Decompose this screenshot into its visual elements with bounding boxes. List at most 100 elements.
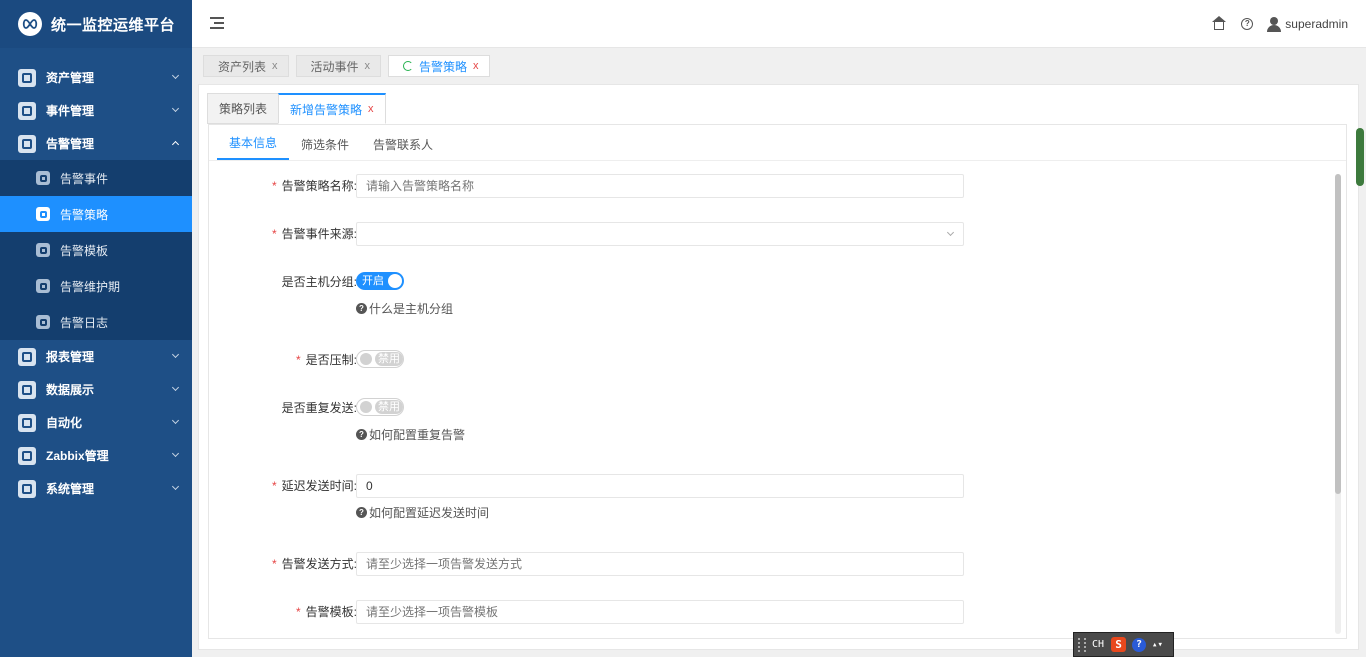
form-sub-tabs: 基本信息 筛选条件 告警联系人 [209,125,1346,161]
sidebar-item-reports[interactable]: 报表管理 [0,340,192,373]
send-method-input[interactable] [356,552,964,576]
page-tab-events[interactable]: 活动事件 x [295,55,382,77]
form-container: 基本信息 筛选条件 告警联系人 *告警策略名称: *告警事件来源: 是否主机分组… [208,124,1347,639]
sidebar-subitem-alarm-events[interactable]: 告警事件 [0,160,192,196]
chevron-down-icon [171,71,180,80]
tab-new-policy[interactable]: 新增告警策略 x [278,93,386,124]
header-actions: ? superadmin [1197,0,1348,48]
delay-help-link[interactable]: ? 如何配置延迟发送时间 [356,504,489,521]
delay-input[interactable]: 0 [356,474,964,498]
template-input[interactable] [356,600,964,624]
close-icon[interactable]: x [365,60,371,72]
chevron-down-icon [171,449,180,458]
close-icon[interactable]: x [272,60,278,72]
host-group-help-link[interactable]: ? 什么是主机分组 [356,300,453,317]
sidebar-subitem-label: 告警维护期 [60,279,121,294]
user-icon [1267,16,1282,32]
top-header: ? superadmin [192,0,1366,48]
form-scrollbar[interactable] [1335,174,1341,634]
event-source-select[interactable] [356,222,964,246]
question-icon: ? [356,429,367,440]
sidebar-item-label: 报表管理 [46,350,95,364]
tab-filter-conditions[interactable]: 筛选条件 [289,136,361,160]
chevron-down-icon [171,104,180,113]
page-tab-alarm-policy[interactable]: 告警策略 x [388,55,490,77]
sidebar-item-label: Zabbix管理 [46,449,109,463]
suppress-toggle[interactable]: 禁用 [356,350,404,368]
report-icon [18,347,36,366]
tab-alarm-contacts[interactable]: 告警联系人 [361,136,445,160]
sidebar-subitem-alarm-template[interactable]: 告警模板 [0,232,192,268]
sidebar-subitem-label: 告警模板 [60,243,109,258]
main-panel: 策略列表 新增告警策略 x 基本信息 筛选条件 告警联系人 *告警策略名称: *… [198,84,1359,650]
user-menu[interactable]: superadmin [1267,16,1348,32]
close-icon[interactable]: x [473,60,479,72]
tab-policy-list[interactable]: 策略列表 [207,93,280,124]
tab-label: 策略列表 [219,102,268,116]
sidebar-item-label: 告警管理 [46,137,95,151]
sidebar-item-automation[interactable]: 自动化 [0,406,192,439]
page-tab-label: 活动事件 [310,59,359,74]
chevron-down-icon [171,383,180,392]
field-label: * 告警策略名称: [271,179,357,193]
chevron-up-icon [171,140,180,149]
brand: 统一监控运维平台 [0,0,192,48]
ime-language[interactable]: CH [1092,639,1104,650]
sidebar-item-label: 系统管理 [46,482,95,496]
question-icon: ? [356,507,367,518]
field-label: 是否重复发送: [281,401,357,415]
chevron-down-icon [171,350,180,359]
settings-icon [18,479,36,498]
tab-basic-info[interactable]: 基本信息 [217,134,290,160]
log-calendar-icon [36,315,50,329]
app-title: 统一监控运维平台 [51,16,176,34]
page-tab-label: 告警策略 [419,59,468,74]
ime-menu-icon[interactable]: ▴▾ [1152,640,1163,650]
repeat-send-help-link[interactable]: ? 如何配置重复告警 [356,426,465,443]
sidebar-item-zabbix[interactable]: Zabbix管理 [0,439,192,472]
sidebar-subitem-maintenance[interactable]: 告警维护期 [0,268,192,304]
sidebar-subitem-label: 告警事件 [60,171,109,186]
ime-toolbar[interactable]: CH S ? ▴▾ [1073,632,1174,657]
alarm-icon [18,134,36,153]
page-tab-assets[interactable]: 资产列表 x [203,55,289,77]
monitor-icon [18,380,36,399]
ime-help-icon[interactable]: ? [1132,637,1147,652]
home-icon[interactable] [1212,16,1227,30]
refresh-icon[interactable] [403,61,414,71]
sidebar-subitem-alarm-policy[interactable]: 告警策略 [0,196,192,232]
zabbix-icon [18,446,36,465]
policy-icon [36,207,50,221]
field-label: * 告警发送方式: [271,557,357,571]
sidebar-item-label: 资产管理 [46,71,95,85]
field-label: * 是否压制: [295,353,357,367]
sogou-logo-icon[interactable]: S [1111,637,1127,652]
document-icon [36,171,50,185]
events-icon [18,101,36,120]
sidebar-item-alarms[interactable]: 告警管理 [0,127,192,160]
close-icon[interactable]: x [368,103,374,115]
sidebar-item-label: 事件管理 [46,104,95,118]
sidebar-item-assets[interactable]: 资产管理 [0,61,192,94]
help-icon[interactable]: ? [1241,18,1254,30]
drag-handle-icon[interactable] [1078,637,1086,652]
host-group-toggle[interactable]: 开启 [356,272,404,290]
sidebar-subitem-alarm-log[interactable]: 告警日志 [0,304,192,340]
sidebar-item-data-display[interactable]: 数据展示 [0,373,192,406]
chevron-down-icon [171,482,180,491]
sidebar-subitem-label: 告警策略 [60,207,109,222]
sidebar-item-events[interactable]: 事件管理 [0,94,192,127]
sidebar-item-label: 自动化 [46,416,83,430]
field-label: * 告警事件来源: [271,227,357,241]
sidebar-item-label: 数据展示 [46,383,95,397]
username: superadmin [1285,17,1348,31]
page-scrollbar[interactable] [1356,128,1364,186]
repeat-send-toggle[interactable]: 禁用 [356,398,404,416]
collapse-menu-icon[interactable] [210,17,224,29]
policy-name-input[interactable] [356,174,964,198]
page-tabs: 资产列表 x 活动事件 x 告警策略 x [203,55,497,77]
tab-label: 新增告警策略 [290,102,363,117]
field-label: 是否主机分组: [281,275,357,289]
sidebar-item-system[interactable]: 系统管理 [0,472,192,505]
alarm-submenu: 告警事件 告警策略 告警模板 告警维护期 告警日志 [0,160,192,340]
